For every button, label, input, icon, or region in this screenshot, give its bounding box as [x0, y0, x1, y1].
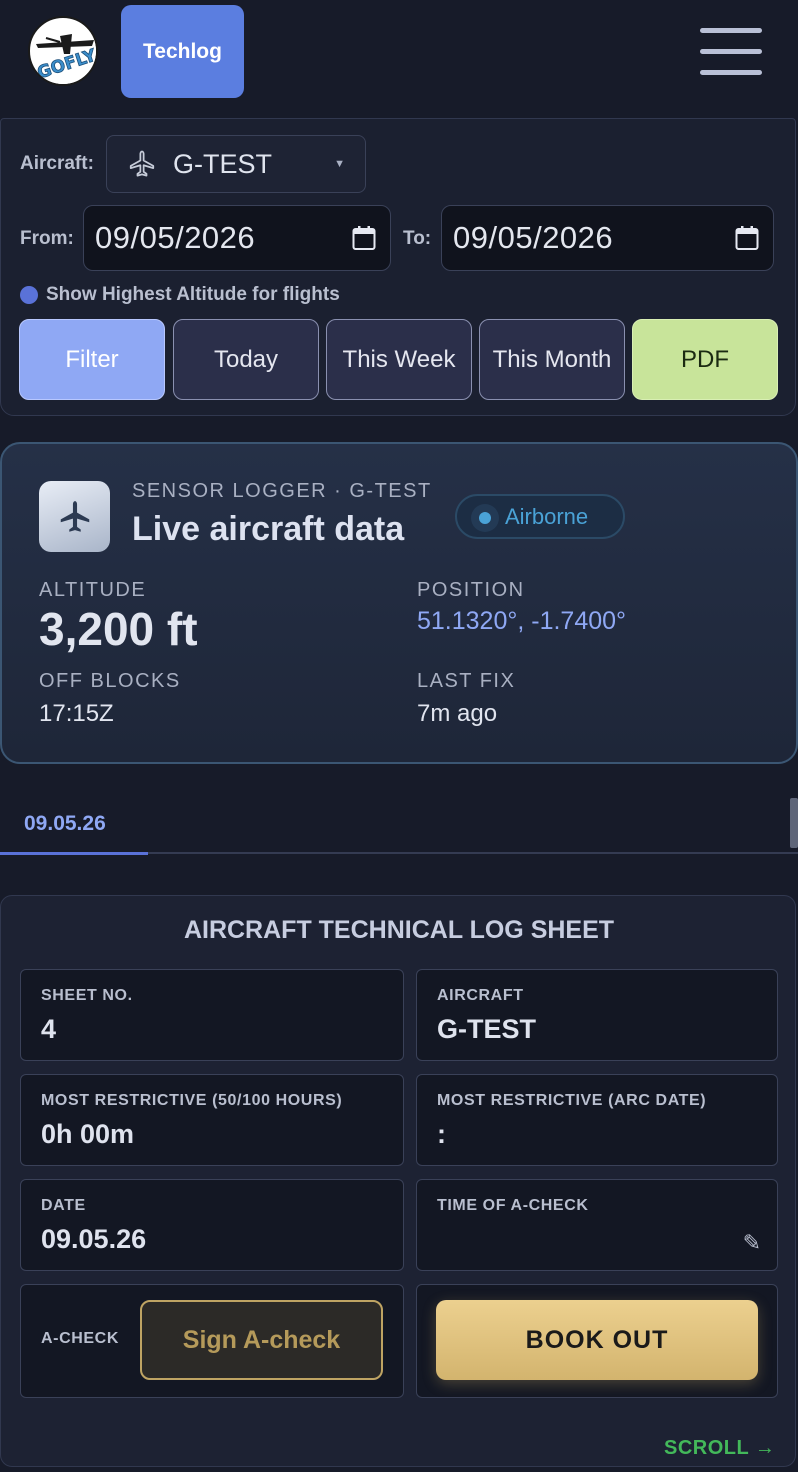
- aircraft-field-label: AIRCRAFT: [437, 987, 524, 1004]
- status-badge-text: Airborne: [505, 504, 589, 529]
- from-date-value: 09/05/2026: [95, 220, 256, 255]
- calendar-icon[interactable]: [352, 225, 376, 251]
- this-week-button[interactable]: This Week: [326, 319, 472, 400]
- tab-scrollbar[interactable]: [790, 798, 798, 848]
- filter-panel: Aircraft: G-TEST ▼ From: 09/05/2026 To: …: [0, 118, 796, 416]
- sheet-no-label: SHEET NO.: [41, 987, 133, 1004]
- to-date-input[interactable]: 09/05/2026: [441, 205, 774, 271]
- most-restrictive-hours-value: 0h 00m: [41, 1119, 135, 1149]
- date-field: DATE 09.05.26: [20, 1179, 404, 1271]
- most-restrictive-arc-value: :: [437, 1119, 446, 1149]
- filter-button[interactable]: Filter: [19, 319, 165, 400]
- hamburger-icon[interactable]: [700, 28, 762, 76]
- pencil-icon[interactable]: ✎: [743, 1230, 761, 1256]
- altitude-value: 3,200 ft: [39, 603, 198, 655]
- aircraft-label: Aircraft:: [20, 153, 94, 174]
- highest-altitude-label: Show Highest Altitude for flights: [46, 284, 340, 305]
- from-date-input[interactable]: 09/05/2026: [83, 205, 391, 271]
- live-plane-tile: [39, 481, 110, 552]
- calendar-icon[interactable]: [735, 225, 759, 251]
- acheck-field: A-CHECK Sign A-check: [20, 1284, 404, 1398]
- this-month-button[interactable]: This Month: [479, 319, 625, 400]
- gofly-logo[interactable]: GOFLY: [28, 16, 98, 86]
- aircraft-field: AIRCRAFT G-TEST: [416, 969, 778, 1061]
- tech-log-sheet: AIRCRAFT TECHNICAL LOG SHEET SHEET NO. 4…: [0, 895, 796, 1467]
- highest-altitude-toggle[interactable]: [20, 286, 38, 304]
- status-badge: Airborne: [455, 494, 625, 539]
- live-title: Live aircraft data: [132, 510, 405, 548]
- tab-active-indicator: [0, 852, 148, 855]
- position-label: POSITION: [417, 579, 525, 601]
- position-value[interactable]: 51.1320°, -1.7400°: [417, 607, 626, 636]
- chevron-down-icon: ▼: [334, 158, 345, 170]
- sheet-no-field: SHEET NO. 4: [20, 969, 404, 1061]
- last-fix-label: LAST FIX: [417, 670, 516, 692]
- most-restrictive-hours-field: MOST RESTRICTIVE (50/100 HOURS) 0h 00m: [20, 1074, 404, 1166]
- live-subtitle: SENSOR LOGGER · G-TEST: [132, 480, 432, 502]
- off-blocks-label: OFF BLOCKS: [39, 670, 181, 692]
- scroll-hint[interactable]: SCROLL →: [664, 1437, 775, 1460]
- time-acheck-field[interactable]: TIME OF A-CHECK ✎: [416, 1179, 778, 1271]
- plane-icon: [60, 500, 89, 532]
- from-label: From:: [20, 228, 74, 249]
- book-out-button[interactable]: BOOK OUT: [436, 1300, 758, 1380]
- most-restrictive-arc-label: MOST RESTRICTIVE (ARC DATE): [437, 1092, 707, 1109]
- book-out-field: BOOK OUT: [416, 1284, 778, 1398]
- most-restrictive-hours-label: MOST RESTRICTIVE (50/100 HOURS): [41, 1092, 343, 1109]
- aircraft-field-value: G-TEST: [437, 1014, 536, 1044]
- sheet-title: AIRCRAFT TECHNICAL LOG SHEET: [183, 916, 615, 944]
- logo-graphic: GOFLY: [31, 19, 96, 84]
- date-field-label: DATE: [41, 1197, 86, 1214]
- time-acheck-label: TIME OF A-CHECK: [437, 1197, 589, 1214]
- sheet-no-value: 4: [41, 1014, 57, 1044]
- top-bar: GOFLY Techlog: [0, 0, 798, 118]
- today-button[interactable]: Today: [173, 319, 319, 400]
- sign-acheck-button[interactable]: Sign A-check: [140, 1300, 383, 1380]
- tab-date[interactable]: 09.05.26: [24, 812, 106, 836]
- plane-icon: [129, 150, 155, 177]
- last-fix-value: 7m ago: [417, 700, 498, 727]
- status-dot-icon: [471, 504, 499, 532]
- aircraft-select-value: G-TEST: [173, 148, 272, 179]
- most-restrictive-arc-field: MOST RESTRICTIVE (ARC DATE) :: [416, 1074, 778, 1166]
- acheck-label: A-CHECK: [41, 1330, 119, 1347]
- to-label: To:: [403, 228, 432, 249]
- altitude-label: ALTITUDE: [39, 579, 147, 601]
- off-blocks-value: 17:15Z: [39, 700, 114, 727]
- live-aircraft-card: SENSOR LOGGER · G-TEST Live aircraft dat…: [0, 442, 798, 764]
- aircraft-select[interactable]: G-TEST ▼: [106, 135, 366, 193]
- date-field-value: 09.05.26: [41, 1224, 147, 1254]
- tab-techlog[interactable]: Techlog: [121, 5, 244, 98]
- pdf-button[interactable]: PDF: [632, 319, 778, 400]
- to-date-value: 09/05/2026: [453, 220, 614, 255]
